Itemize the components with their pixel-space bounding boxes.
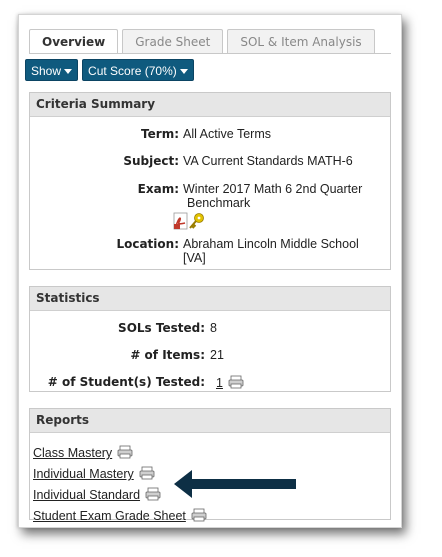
report-item-class-mastery: Class Mastery xyxy=(33,442,207,463)
exam-value-line1: Winter 2017 Math 6 2nd Quarter xyxy=(183,182,363,196)
exam-value-line2: Benchmark xyxy=(187,196,251,210)
caret-down-icon xyxy=(64,69,73,75)
pdf-icon[interactable] xyxy=(173,212,188,230)
term-label: Term: xyxy=(141,127,179,141)
tab-grade-sheet[interactable]: Grade Sheet xyxy=(122,29,224,54)
arrow-left-icon xyxy=(174,470,296,498)
tab-overview[interactable]: Overview xyxy=(29,29,119,54)
key-icon[interactable] xyxy=(189,213,204,229)
items-value: 21 xyxy=(210,348,224,362)
printer-icon[interactable] xyxy=(139,466,155,480)
printer-icon[interactable] xyxy=(191,508,207,522)
statistics-heading: Statistics xyxy=(30,287,390,311)
location-label: Location: xyxy=(116,237,179,251)
sols-tested-label: SOLs Tested: xyxy=(118,321,205,335)
caret-down-icon xyxy=(179,69,188,75)
overview-panel: Overview Grade Sheet SOL & Item Analysis… xyxy=(18,14,402,528)
tab-sol-item-analysis[interactable]: SOL & Item Analysis xyxy=(227,29,375,54)
cut-score-dropdown-button[interactable]: Cut Score (70%) xyxy=(82,59,194,81)
individual-mastery-link[interactable]: Individual Mastery xyxy=(33,467,134,481)
location-value: Abraham Lincoln Middle School [VA] xyxy=(183,237,359,265)
student-exam-grade-sheet-link[interactable]: Student Exam Grade Sheet xyxy=(33,509,186,523)
cut-score-button-label: Cut Score (70%) xyxy=(88,64,177,78)
show-dropdown-button[interactable]: Show xyxy=(25,59,79,81)
statistics-panel: Statistics SOLs Tested: 8 # of Items: 21… xyxy=(29,286,391,392)
exam-label: Exam: xyxy=(137,182,179,196)
subject-value: VA Current Standards MATH-6 xyxy=(183,154,353,168)
show-button-label: Show xyxy=(31,64,62,78)
term-value: All Active Terms xyxy=(183,127,271,141)
students-tested-label: # of Student(s) Tested: xyxy=(47,375,205,389)
subject-label: Subject: xyxy=(123,154,179,168)
students-tested-value: 1 xyxy=(210,375,244,390)
tab-bar: Overview Grade Sheet SOL & Item Analysis xyxy=(29,29,379,54)
toolbar: Show Cut Score (70%) xyxy=(25,59,198,81)
criteria-summary-panel: Criteria Summary Term: All Active Terms … xyxy=(29,92,391,270)
exam-value: Winter 2017 Math 6 2nd Quarter Benchmark xyxy=(183,182,362,210)
criteria-summary-heading: Criteria Summary xyxy=(30,93,390,117)
items-label: # of Items: xyxy=(130,348,205,362)
individual-standard-link[interactable]: Individual Standard xyxy=(33,488,140,502)
printer-icon[interactable] xyxy=(117,445,133,459)
printer-icon[interactable] xyxy=(145,487,161,501)
students-tested-link[interactable]: 1 xyxy=(210,376,225,390)
location-value-line1: Abraham Lincoln Middle School xyxy=(183,237,359,251)
class-mastery-link[interactable]: Class Mastery xyxy=(33,446,112,460)
tab-divider xyxy=(29,53,391,54)
reports-panel: Reports Class Mastery Individual Mastery xyxy=(29,408,391,523)
report-item-student-exam-grade-sheet: Student Exam Grade Sheet xyxy=(33,505,207,526)
reports-heading: Reports xyxy=(30,409,390,433)
exam-icons xyxy=(172,211,212,231)
sols-tested-value: 8 xyxy=(210,321,217,335)
printer-icon[interactable] xyxy=(228,375,244,389)
location-value-line2: [VA] xyxy=(183,251,206,265)
